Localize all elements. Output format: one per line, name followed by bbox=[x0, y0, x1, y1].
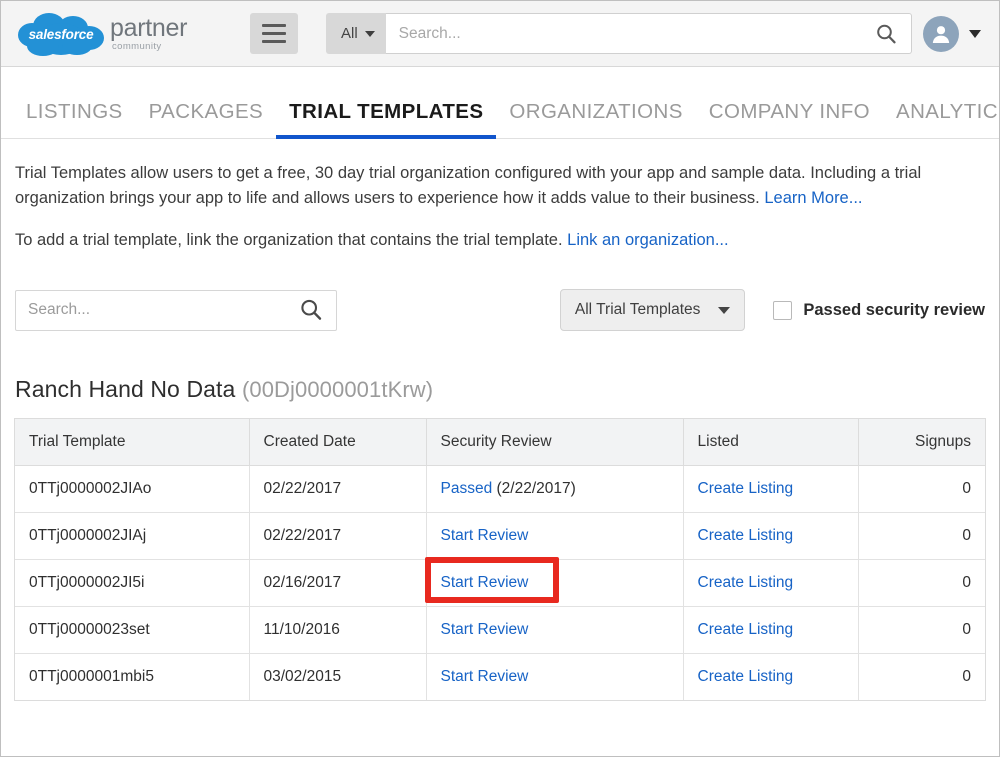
search-scope-dropdown[interactable]: All bbox=[326, 13, 386, 54]
chevron-down-icon[interactable] bbox=[969, 29, 981, 38]
user-avatar-icon[interactable] bbox=[923, 15, 959, 52]
tab-listings[interactable]: LISTINGS bbox=[13, 100, 136, 139]
cell-trial-template: 0TTj0000002JIAo bbox=[15, 465, 250, 514]
cell-listed: Create Listing bbox=[683, 465, 859, 514]
hamburger-bar bbox=[262, 40, 286, 43]
organization-name: Ranch Hand No Data bbox=[15, 376, 236, 403]
cell-trial-template: 0TTj0000002JIAj bbox=[15, 512, 250, 561]
trial-templates-table: Trial Template Created Date Security Rev… bbox=[14, 418, 986, 702]
cell-signups: 0 bbox=[858, 653, 985, 701]
global-search-placeholder: Search... bbox=[398, 24, 461, 42]
search-icon[interactable] bbox=[875, 23, 911, 45]
link-an-organization-link[interactable]: Link an organization... bbox=[567, 231, 728, 249]
tab-trial-templates[interactable]: TRIAL TEMPLATES bbox=[276, 100, 497, 139]
column-header-created-date: Created Date bbox=[249, 419, 427, 467]
cell-created-date: 02/16/2017 bbox=[249, 559, 427, 608]
list-search-input[interactable]: Search... bbox=[15, 289, 337, 331]
cell-security-review: Passed (2/22/2017) bbox=[426, 465, 684, 514]
global-search-input[interactable]: Search... bbox=[385, 13, 912, 54]
page-root: salesforce partner community All Search.… bbox=[0, 0, 1000, 757]
create-listing-link[interactable]: Create Listing bbox=[698, 668, 794, 685]
intro-paragraph-2: To add a trial template, link the organi… bbox=[15, 228, 975, 253]
salesforce-partner-community-logo[interactable]: salesforce partner community bbox=[15, 11, 205, 57]
create-listing-link[interactable]: Create Listing bbox=[698, 480, 794, 497]
cell-security-review: Start Review bbox=[426, 512, 684, 561]
brand-text: partner community bbox=[110, 13, 188, 52]
create-listing-link[interactable]: Create Listing bbox=[698, 621, 794, 638]
security-review-link[interactable]: Start Review bbox=[441, 574, 529, 591]
intro-paragraph-1: Trial Templates allow users to get a fre… bbox=[15, 161, 975, 211]
global-search-bar: All Search... bbox=[326, 13, 912, 54]
tab-analytics[interactable]: ANALYTICS bbox=[883, 100, 999, 139]
tab-list: LISTINGS PACKAGES TRIAL TEMPLATES ORGANI… bbox=[13, 100, 999, 139]
chevron-down-icon bbox=[364, 30, 375, 37]
hamburger-bar bbox=[262, 24, 286, 27]
tab-company-info[interactable]: COMPANY INFO bbox=[696, 100, 883, 139]
learn-more-link[interactable]: Learn More... bbox=[764, 189, 862, 207]
global-header: salesforce partner community All Search.… bbox=[1, 1, 999, 67]
cell-listed: Create Listing bbox=[683, 653, 859, 701]
table-row: 0TTj0000001mbi5 03/02/2015 Start Review … bbox=[15, 653, 985, 701]
search-icon[interactable] bbox=[299, 298, 336, 322]
organization-id: (00Dj0000001tKrw) bbox=[241, 377, 434, 403]
security-review-date: (2/22/2017) bbox=[492, 480, 576, 498]
cell-created-date: 02/22/2017 bbox=[249, 465, 427, 514]
cell-security-review: Start Review bbox=[426, 559, 684, 608]
security-review-link[interactable]: Start Review bbox=[441, 668, 529, 685]
cell-signups: 0 bbox=[858, 606, 985, 655]
create-listing-link[interactable]: Create Listing bbox=[698, 527, 794, 544]
table-row: 0TTj0000002JI5i 02/16/2017 Start Review … bbox=[15, 559, 985, 608]
create-listing-link[interactable]: Create Listing bbox=[698, 574, 794, 591]
checkbox-box[interactable] bbox=[773, 300, 793, 320]
cell-listed: Create Listing bbox=[683, 559, 859, 608]
cell-trial-template: 0TTj0000002JI5i bbox=[15, 559, 250, 608]
cell-signups: 0 bbox=[858, 559, 985, 608]
column-header-listed: Listed bbox=[683, 419, 859, 467]
cell-trial-template: 0TTj0000001mbi5 bbox=[15, 653, 250, 701]
search-scope-label: All bbox=[341, 25, 358, 42]
intro-description: Trial Templates allow users to get a fre… bbox=[15, 161, 975, 253]
cell-created-date: 02/22/2017 bbox=[249, 512, 427, 561]
hamburger-menu-icon[interactable] bbox=[250, 13, 298, 54]
salesforce-cloud-icon: salesforce bbox=[15, 11, 107, 57]
cell-security-review: Start Review bbox=[426, 606, 684, 655]
passed-security-review-label: Passed security review bbox=[803, 300, 985, 319]
table-row: 0TTj00000023set 11/10/2016 Start Review … bbox=[15, 606, 985, 655]
filter-toolbar: Search... All Trial Templates Passed sec… bbox=[15, 289, 985, 332]
brand-community-label: community bbox=[112, 40, 162, 52]
cell-security-review: Start Review bbox=[426, 653, 684, 701]
brand-partner-label: partner bbox=[110, 13, 188, 42]
column-header-signups: Signups bbox=[858, 419, 985, 467]
trial-templates-filter-label: All Trial Templates bbox=[574, 301, 701, 319]
cell-signups: 0 bbox=[858, 512, 985, 561]
column-header-trial-template: Trial Template bbox=[15, 419, 250, 467]
cell-created-date: 11/10/2016 bbox=[249, 606, 427, 655]
cell-listed: Create Listing bbox=[683, 512, 859, 561]
column-header-security-review: Security Review bbox=[426, 419, 684, 467]
passed-security-review-checkbox[interactable]: Passed security review bbox=[773, 300, 985, 320]
chevron-down-icon bbox=[718, 306, 731, 314]
list-search-placeholder: Search... bbox=[28, 301, 91, 319]
filter-controls: All Trial Templates Passed security revi… bbox=[559, 289, 985, 332]
table-row: 0TTj0000002JIAj 02/22/2017 Start Review … bbox=[15, 512, 985, 561]
security-review-link[interactable]: Start Review bbox=[441, 621, 529, 638]
cell-trial-template: 0TTj00000023set bbox=[15, 606, 250, 655]
main-navigation: LISTINGS PACKAGES TRIAL TEMPLATES ORGANI… bbox=[1, 100, 999, 139]
cell-listed: Create Listing bbox=[683, 606, 859, 655]
hamburger-bar bbox=[262, 32, 286, 35]
user-menu[interactable] bbox=[923, 15, 981, 52]
tab-organizations[interactable]: ORGANIZATIONS bbox=[496, 100, 695, 139]
trial-templates-filter-dropdown[interactable]: All Trial Templates bbox=[559, 289, 746, 332]
security-review-link[interactable]: Passed bbox=[441, 480, 493, 497]
intro-paragraph-2-text: To add a trial template, link the organi… bbox=[15, 231, 568, 250]
table-header-row: Trial Template Created Date Security Rev… bbox=[15, 419, 985, 467]
organization-title: Ranch Hand No Data (00Dj0000001tKrw) bbox=[15, 376, 985, 403]
cell-created-date: 03/02/2015 bbox=[249, 653, 427, 701]
table-row: 0TTj0000002JIAo 02/22/2017 Passed (2/22/… bbox=[15, 465, 985, 514]
security-review-link[interactable]: Start Review bbox=[441, 527, 529, 544]
cell-signups: 0 bbox=[858, 465, 985, 514]
tab-packages[interactable]: PACKAGES bbox=[136, 100, 276, 139]
